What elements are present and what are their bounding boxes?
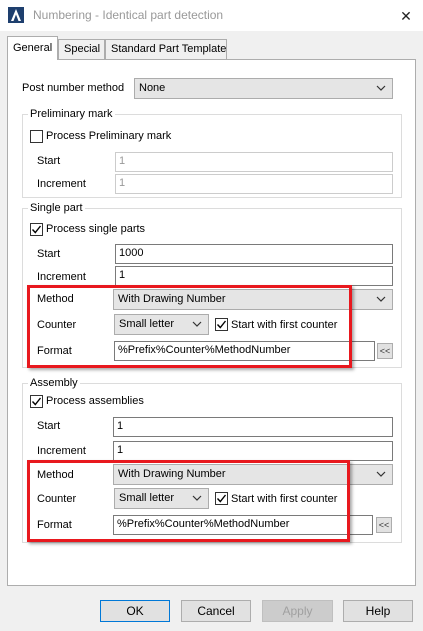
ok-button[interactable]: OK (100, 600, 170, 622)
assembly-start-label: Start (37, 420, 61, 432)
assembly-increment-field[interactable]: 1 (113, 441, 393, 461)
preliminary-start-field[interactable]: 1 (115, 152, 393, 172)
preliminary-increment-field[interactable]: 1 (115, 174, 393, 194)
process-assemblies-checkbox[interactable] (30, 395, 43, 408)
tab-general[interactable]: General (7, 36, 58, 60)
process-assemblies-label: Process assemblies (46, 395, 144, 407)
chevron-down-icon (375, 292, 387, 306)
tab-standard-part-template[interactable]: Standard Part Template (105, 39, 227, 59)
single-highlight-box (27, 285, 352, 368)
single-format-insert-button[interactable]: << (377, 343, 393, 359)
single-part-title: Single part (28, 202, 85, 214)
app-logo-icon (8, 7, 24, 23)
help-button[interactable]: Help (343, 600, 413, 622)
cancel-button[interactable]: Cancel (181, 600, 251, 622)
post-number-method-value: None (139, 82, 166, 94)
single-increment-label: Increment (37, 271, 86, 283)
tab-special[interactable]: Special (58, 39, 105, 59)
process-preliminary-label: Process Preliminary mark (46, 130, 172, 142)
assembly-start-field[interactable]: 1 (113, 417, 393, 437)
chevron-down-icon (375, 81, 387, 95)
single-start-field[interactable]: 1000 (115, 244, 393, 264)
preliminary-start-label: Start (37, 155, 61, 167)
post-number-method-label: Post number method (22, 82, 125, 94)
process-single-parts-checkbox[interactable] (30, 223, 43, 236)
window-title: Numbering - Identical part detection (33, 8, 224, 22)
assembly-format-insert-button[interactable]: << (376, 517, 392, 533)
apply-button[interactable]: Apply (262, 600, 333, 622)
assembly-title: Assembly (28, 377, 80, 389)
close-icon[interactable]: ✕ (392, 5, 420, 27)
preliminary-mark-title: Preliminary mark (28, 108, 115, 120)
assembly-increment-label: Increment (37, 445, 86, 457)
checkmark-icon (31, 397, 42, 406)
assembly-highlight-box (27, 460, 350, 542)
single-increment-field[interactable]: 1 (115, 266, 393, 286)
checkmark-icon (31, 225, 42, 234)
post-number-method-select[interactable]: None (134, 78, 393, 99)
preliminary-increment-label: Increment (37, 178, 86, 190)
chevron-down-icon (375, 467, 387, 481)
process-single-parts-label: Process single parts (46, 223, 146, 235)
process-preliminary-checkbox[interactable] (30, 130, 43, 143)
single-start-label: Start (37, 248, 61, 260)
